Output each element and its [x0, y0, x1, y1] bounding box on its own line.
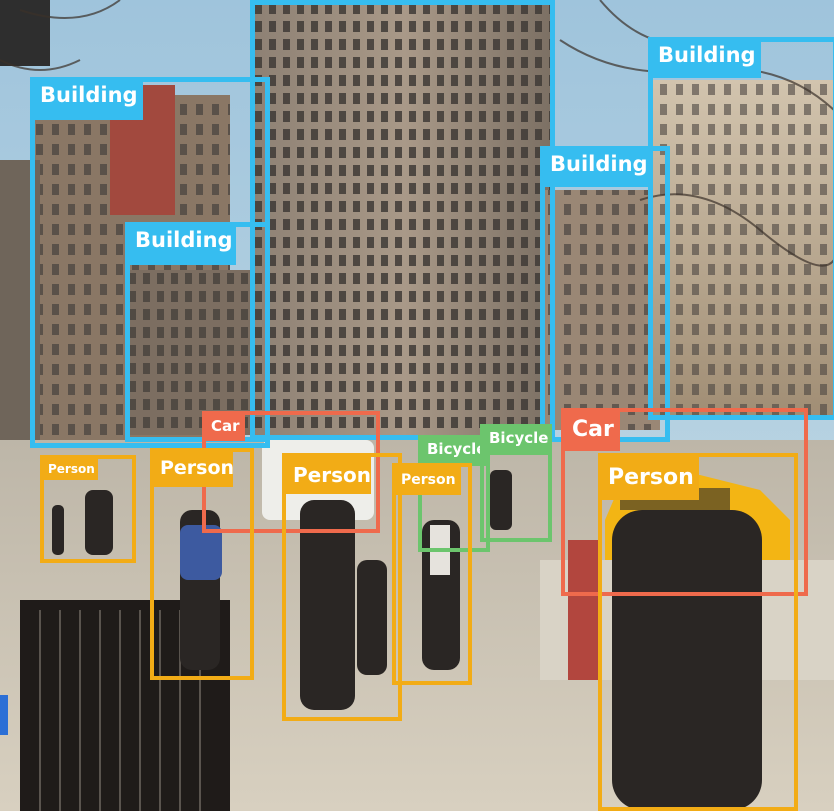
person-label: Person: [153, 451, 234, 487]
person-box: [598, 453, 798, 811]
bicycle-label: Bicycle: [483, 427, 549, 455]
street-scene-with-detections: Building Building Building Building Car …: [0, 0, 834, 811]
person-label: Person: [395, 466, 461, 495]
person-label: Person: [601, 456, 699, 500]
person-box: [392, 463, 472, 685]
building-box: [648, 37, 834, 420]
bicycle-label: Bicycle: [421, 438, 489, 466]
person-label: Person: [285, 456, 371, 494]
left-edge-accent: [0, 695, 8, 735]
building-label: Building: [651, 40, 761, 78]
building-label: Building: [33, 80, 143, 120]
car-label: Car: [205, 414, 245, 441]
building-box: [250, 0, 555, 440]
person-label: Person: [43, 458, 98, 480]
car-label: Car: [564, 411, 620, 451]
building-label: Building: [128, 225, 236, 265]
building-label: Building: [543, 149, 651, 187]
